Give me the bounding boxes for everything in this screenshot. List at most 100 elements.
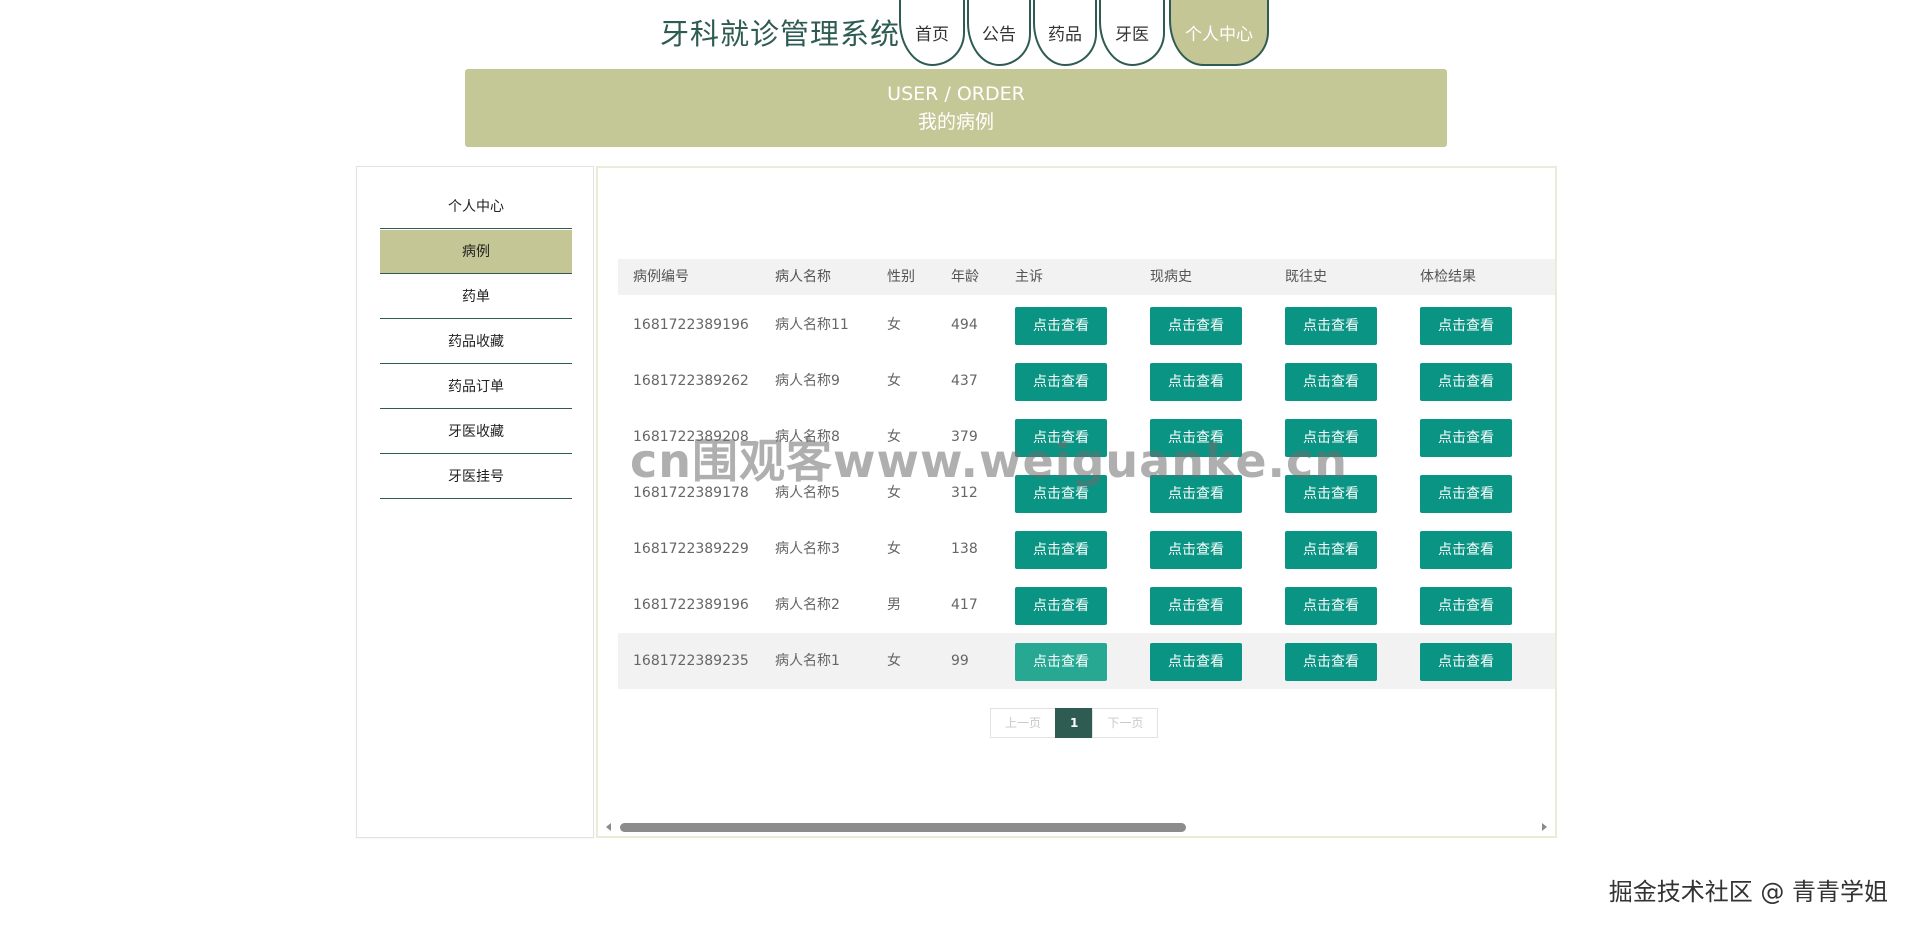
view-button[interactable]: 点击查看 <box>1420 419 1512 457</box>
table-header-overflow <box>1556 259 1557 295</box>
cell-id: 1681722389262 <box>633 373 749 389</box>
cell-id: 1681722389178 <box>633 485 749 501</box>
cell-age: 138 <box>951 541 978 557</box>
nav-item-1[interactable]: 公告 <box>967 0 1031 66</box>
main-panel: 病例编号 病人名称 性别 年龄 主诉 现病史 既往史 体检结果 1681722389196 病人… <box>596 166 1557 838</box>
cell-name: 病人名称9 <box>775 373 840 389</box>
view-button[interactable]: 点击查看 <box>1015 475 1107 513</box>
table-row: 1681722389235 病人名称1 女 99 点击查看 点击查看 点击查看 点击查看 <box>618 633 1557 689</box>
nav-item-3[interactable]: 牙医 <box>1099 0 1165 66</box>
view-button-overflow[interactable] <box>1555 363 1557 401</box>
view-button[interactable]: 点击查看 <box>1015 531 1107 569</box>
sidebar-item-5[interactable]: 牙医收藏 <box>380 410 572 454</box>
cell-gender: 女 <box>887 373 901 389</box>
view-button[interactable]: 点击查看 <box>1285 587 1377 625</box>
view-button[interactable]: 点击查看 <box>1285 307 1377 345</box>
page-banner: USER / ORDER 我的病例 <box>465 69 1447 147</box>
prev-page-button[interactable]: 上一页 <box>990 708 1057 738</box>
view-button[interactable]: 点击查看 <box>1420 643 1512 681</box>
view-button-overflow[interactable] <box>1555 587 1557 625</box>
sidebar-item-6[interactable]: 牙医挂号 <box>380 455 572 499</box>
table-header-cell: 性别 <box>887 269 915 285</box>
cell-age: 99 <box>951 653 969 669</box>
view-button[interactable]: 点击查看 <box>1420 531 1512 569</box>
table-row: 1681722389196 病人名称2 男 417 点击查看 点击查看 点击查看 点击查看 <box>618 577 1557 633</box>
view-button[interactable]: 点击查看 <box>1015 419 1107 457</box>
view-button-overflow[interactable] <box>1555 643 1557 681</box>
table-header-cell: 主诉 <box>1015 269 1043 285</box>
nav-item-2[interactable]: 药品 <box>1033 0 1097 66</box>
table-header-cell: 年龄 <box>951 269 979 285</box>
table-row: 1681722389262 病人名称9 女 437 点击查看 点击查看 点击查看 点击查看 <box>618 353 1557 409</box>
view-button[interactable]: 点击查看 <box>1150 307 1242 345</box>
sidebar: 个人中心 病例 药单 药品收藏 药品订单 牙医收藏 牙医挂号 <box>356 166 594 838</box>
view-button-overflow[interactable] <box>1555 475 1557 513</box>
view-button-overflow[interactable] <box>1555 419 1557 457</box>
cell-name: 病人名称2 <box>775 597 840 613</box>
view-button[interactable]: 点击查看 <box>1150 531 1242 569</box>
cell-age: 417 <box>951 597 978 613</box>
nav-item-0[interactable]: 首页 <box>899 0 965 66</box>
cell-gender: 女 <box>887 653 901 669</box>
cell-name: 病人名称1 <box>775 653 840 669</box>
sidebar-item-3[interactable]: 药品收藏 <box>380 320 572 364</box>
view-button[interactable]: 点击查看 <box>1420 307 1512 345</box>
table-row: 1681722389178 病人名称5 女 312 点击查看 点击查看 点击查看 点击查看 <box>618 465 1557 521</box>
view-button[interactable]: 点击查看 <box>1285 475 1377 513</box>
view-button[interactable]: 点击查看 <box>1285 419 1377 457</box>
site-title: 牙科就诊管理系统 <box>660 17 901 51</box>
scroll-left-icon[interactable] <box>606 823 611 831</box>
sidebar-item-0[interactable]: 个人中心 <box>380 185 572 229</box>
table-row: 1681722389229 病人名称3 女 138 点击查看 点击查看 点击查看 点击查看 <box>618 521 1557 577</box>
table-row: 1681722389196 病人名称11 女 494 点击查看 点击查看 点击查看 点击查看 <box>618 297 1557 353</box>
view-button[interactable]: 点击查看 <box>1285 531 1377 569</box>
table-header-cell: 病人名称 <box>775 269 831 285</box>
banner-title: 我的病例 <box>917 111 994 133</box>
view-button[interactable]: 点击查看 <box>1015 643 1107 681</box>
cell-id: 1681722389229 <box>633 541 749 557</box>
cell-name: 病人名称5 <box>775 485 840 501</box>
view-button[interactable]: 点击查看 <box>1285 363 1377 401</box>
table-header-cell: 体检结果 <box>1420 269 1476 285</box>
view-button-overflow[interactable] <box>1555 307 1557 345</box>
view-button[interactable]: 点击查看 <box>1015 363 1107 401</box>
view-button[interactable]: 点击查看 <box>1285 643 1377 681</box>
scroll-right-icon[interactable] <box>1542 823 1547 831</box>
nav-item-4[interactable]: 个人中心 <box>1169 0 1269 66</box>
horizontal-scrollbar[interactable] <box>598 819 1555 836</box>
table-header: 病例编号 病人名称 性别 年龄 主诉 现病史 既往史 体检结果 <box>618 259 1557 295</box>
cell-id: 1681722389196 <box>633 317 749 333</box>
sidebar-item-4[interactable]: 药品订单 <box>380 365 572 409</box>
cell-age: 494 <box>951 317 978 333</box>
table-header-cell: 病例编号 <box>633 269 689 285</box>
view-button[interactable]: 点击查看 <box>1015 307 1107 345</box>
view-button-overflow[interactable] <box>1555 531 1557 569</box>
cell-gender: 女 <box>887 541 901 557</box>
view-button[interactable]: 点击查看 <box>1150 587 1242 625</box>
view-button[interactable]: 点击查看 <box>1420 363 1512 401</box>
view-button[interactable]: 点击查看 <box>1150 475 1242 513</box>
scrollbar-thumb[interactable] <box>620 823 1186 832</box>
cell-id: 1681722389235 <box>633 653 749 669</box>
view-button[interactable]: 点击查看 <box>1150 643 1242 681</box>
cell-gender: 女 <box>887 317 901 333</box>
cell-name: 病人名称3 <box>775 541 840 557</box>
view-button[interactable]: 点击查看 <box>1015 587 1107 625</box>
sidebar-item-1[interactable]: 病例 <box>380 230 572 274</box>
cell-name: 病人名称11 <box>775 317 849 333</box>
sidebar-item-2[interactable]: 药单 <box>380 275 572 319</box>
view-button[interactable]: 点击查看 <box>1150 363 1242 401</box>
cell-gender: 女 <box>887 429 901 445</box>
cell-name: 病人名称8 <box>775 429 840 445</box>
cell-id: 1681722389196 <box>633 597 749 613</box>
table-header-cell: 既往史 <box>1285 269 1327 285</box>
cell-age: 312 <box>951 485 978 501</box>
view-button[interactable]: 点击查看 <box>1420 587 1512 625</box>
page-1-button[interactable]: 1 <box>1055 708 1094 738</box>
view-button[interactable]: 点击查看 <box>1150 419 1242 457</box>
cell-gender: 男 <box>887 597 901 613</box>
next-page-button[interactable]: 下一页 <box>1092 708 1159 738</box>
cell-id: 1681722389208 <box>633 429 749 445</box>
table-row: 1681722389208 病人名称8 女 379 点击查看 点击查看 点击查看 点击查看 <box>618 409 1557 465</box>
view-button[interactable]: 点击查看 <box>1420 475 1512 513</box>
